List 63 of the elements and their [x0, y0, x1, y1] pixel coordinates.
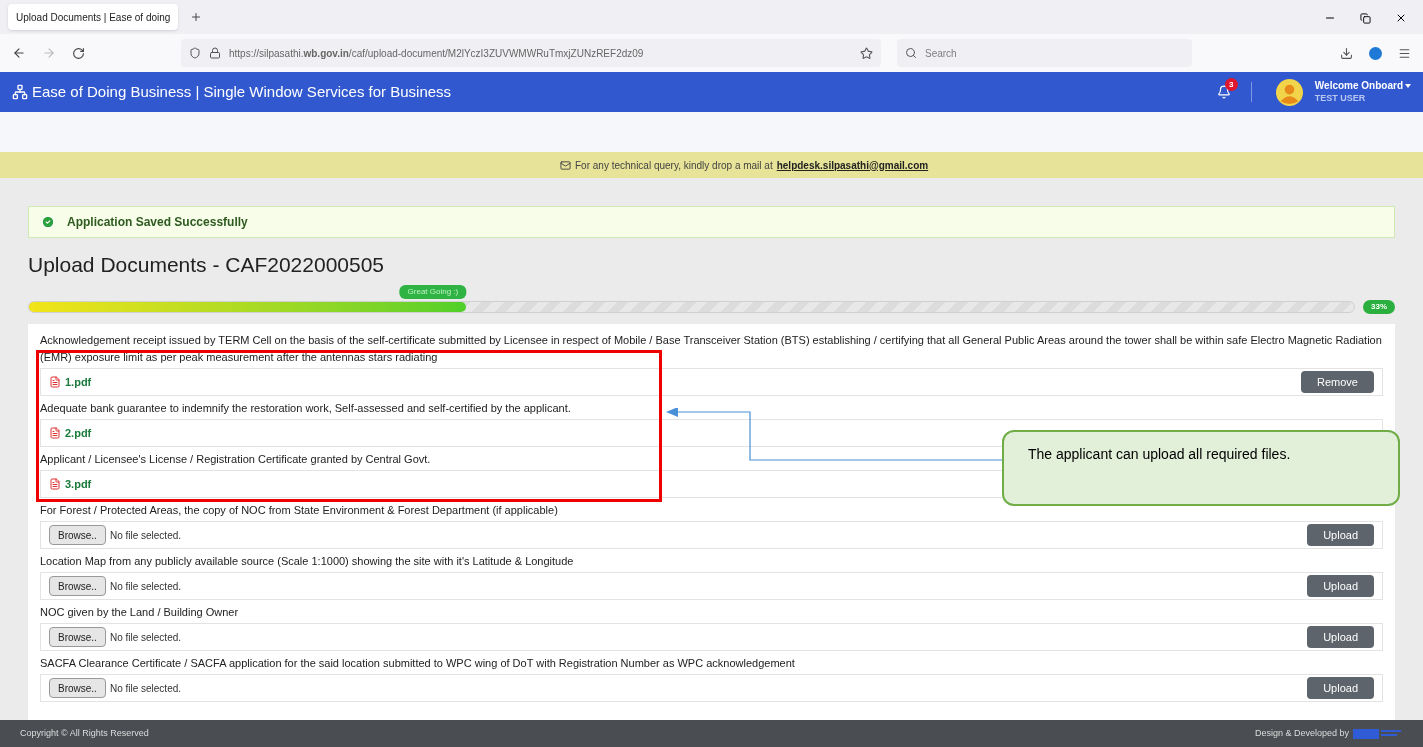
file-status: No file selected.: [109, 681, 182, 696]
pdf-file-icon: [49, 478, 61, 490]
notification-badge: 3: [1224, 78, 1238, 91]
avatar-icon[interactable]: [1275, 78, 1303, 106]
address-bar[interactable]: https://silpasathi.wb.gov.in/caf/upload-document/M2lYczI3ZUVWMWRuTmxjZUNzREF2dz09: [181, 39, 881, 67]
upload-button[interactable]: Upload: [1307, 575, 1374, 597]
lock-icon: [209, 47, 221, 59]
search-field[interactable]: Search: [897, 39, 1192, 67]
mail-icon: [560, 159, 571, 171]
pdf-file-icon: [49, 427, 61, 439]
nic-logo-icon: [1353, 727, 1403, 740]
user-name: TEST USER: [1314, 92, 1367, 105]
progress-bubble: Great Going :): [399, 285, 467, 299]
browse-button[interactable]: Browse..: [49, 576, 106, 596]
document-label: Location Map from any publicly available source (Scale 1:1000) showing the site with it's Latitude & Longitude: [40, 554, 574, 569]
menu-icon[interactable]: [1398, 46, 1411, 60]
check-circle-icon: [41, 215, 55, 229]
reload-icon[interactable]: [72, 46, 85, 60]
shield-icon: [189, 47, 201, 59]
credit-text: Design & Developed by: [1254, 726, 1349, 740]
restore-icon[interactable]: [1360, 12, 1371, 24]
document-label: SACFA Clearance Certificate / SACFA application for the said location submitted to WPC wing of DoT with Registration Number as WPC acknowledgement: [40, 656, 795, 671]
back-icon[interactable]: [12, 46, 26, 60]
upload-button[interactable]: Upload: [1307, 524, 1374, 546]
caret-icon[interactable]: [1405, 83, 1411, 88]
pdf-file-icon: [49, 376, 61, 388]
file-status: No file selected.: [109, 579, 182, 594]
browse-button[interactable]: Browse..: [49, 678, 106, 698]
alert-text: Application Saved Successfully: [67, 214, 248, 231]
browser-tab[interactable]: Upload Documents | Ease of doing: [8, 4, 178, 30]
remove-button[interactable]: Remove: [1301, 371, 1374, 393]
upload-button[interactable]: Upload: [1307, 677, 1374, 699]
close-window-icon[interactable]: [1395, 12, 1407, 24]
page-title: Upload Documents - CAF2022000505: [28, 252, 386, 278]
email-link[interactable]: helpdesk.silpasathi@gmail.com: [776, 157, 929, 173]
greeting-text[interactable]: Welcome Onboard: [1314, 79, 1403, 92]
copyright-text: Copyright © All Rights Reserved: [20, 726, 149, 740]
document-label: NOC given by the Land / Building Owner: [40, 605, 239, 620]
site-title: Ease of Doing Business | Single Window Services for Business: [32, 81, 452, 102]
file-status: No file selected.: [109, 528, 182, 543]
document-label: Adequate bank guarantee to indemnify the restoration work, Self-assessed and self-certified by the applicant.: [40, 401, 571, 416]
notification-bell-icon[interactable]: [1216, 85, 1231, 99]
upload-button[interactable]: Upload: [1307, 626, 1374, 648]
new-tab-icon[interactable]: [190, 11, 202, 23]
url-text: https://silpasathi.wb.gov.in/caf/upload-document/M2lYczI3ZUVWMWRuTmxjZUNzREF2dz09: [229, 46, 644, 61]
document-label: Applicant / Licensee's License / Registration Certificate granted by Central Govt.: [40, 452, 431, 467]
document-label: For Forest / Protected Areas, the copy of NOC from State Environment & Forest Department (if applicable): [40, 503, 558, 518]
browse-button[interactable]: Browse..: [49, 627, 106, 647]
notice-text: For any technical query, kindly drop a mail at: [575, 158, 773, 173]
download-icon[interactable]: [1340, 46, 1353, 60]
file-status: No file selected.: [109, 630, 182, 645]
progress-reading: 33%: [1363, 300, 1395, 314]
document-label: Acknowledgement receipt issued by TERM Cell on the basis of the self-certificate submitted by Licensee in respect of Mobile / Base Transceiver Station (BTS) establishing / certifying that all General Public Areas around the tower shall be within safe Electro Magnetic Radiation (EMR) exposure limit as per peak measurement after the antennas stars radiating: [40, 333, 1383, 365]
browse-button[interactable]: Browse..: [49, 525, 106, 545]
file-link[interactable]: 3.pdf: [65, 475, 92, 493]
logo-icon: [12, 84, 28, 100]
callout-box: The applicant can upload all required files.: [1002, 430, 1400, 506]
tab-title: Upload Documents | Ease of doing: [16, 10, 171, 25]
bookmark-star-icon[interactable]: [860, 46, 873, 60]
file-link[interactable]: 1.pdf: [65, 373, 92, 391]
extension-icon[interactable]: [1369, 46, 1382, 60]
search-icon: [905, 47, 917, 59]
file-link[interactable]: 2.pdf: [65, 424, 92, 442]
